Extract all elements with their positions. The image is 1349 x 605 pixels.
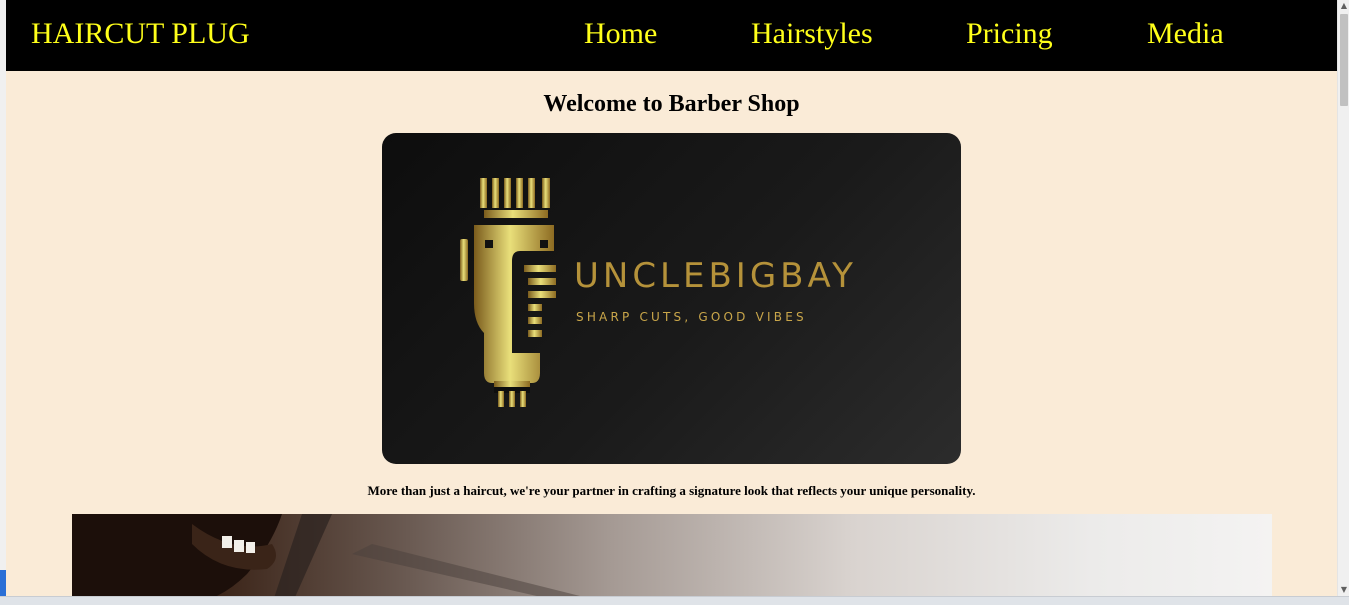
nav-link-hairstyles[interactable]: Hairstyles xyxy=(751,15,873,53)
scroll-down-arrow-icon[interactable]: ▼ xyxy=(1340,586,1348,594)
nav-link-pricing[interactable]: Pricing xyxy=(966,15,1053,53)
scrollbar-thumb[interactable] xyxy=(1340,14,1348,106)
logo-brand-name: UNCLEBIGBAY xyxy=(574,256,857,296)
smiling-man-photo xyxy=(72,514,580,596)
intro-description: More than just a haircut, we're your par… xyxy=(367,483,976,498)
barber-logo-image: UNCLEBIGBAY SHARP CUTS, GOOD VIBES xyxy=(382,133,961,464)
nav-link-home[interactable]: Home xyxy=(584,15,657,53)
vertical-scrollbar[interactable]: ▲ ▼ xyxy=(1337,0,1349,596)
top-navbar: HAIRCUT PLUG Home Hairstyles Pricing Med… xyxy=(6,0,1337,71)
logo-tagline: SHARP CUTS, GOOD VIBES xyxy=(576,310,807,324)
hero-photo xyxy=(72,514,1272,596)
browser-window: HAIRCUT PLUG Home Hairstyles Pricing Med… xyxy=(0,0,1349,605)
page-viewport: HAIRCUT PLUG Home Hairstyles Pricing Med… xyxy=(6,0,1337,596)
clipper-icon xyxy=(460,178,556,407)
scroll-up-arrow-icon[interactable]: ▲ xyxy=(1340,2,1348,10)
nav-link-media[interactable]: Media xyxy=(1147,15,1224,53)
site-brand[interactable]: HAIRCUT PLUG xyxy=(31,15,250,53)
page-title: Welcome to Barber Shop xyxy=(543,91,800,117)
